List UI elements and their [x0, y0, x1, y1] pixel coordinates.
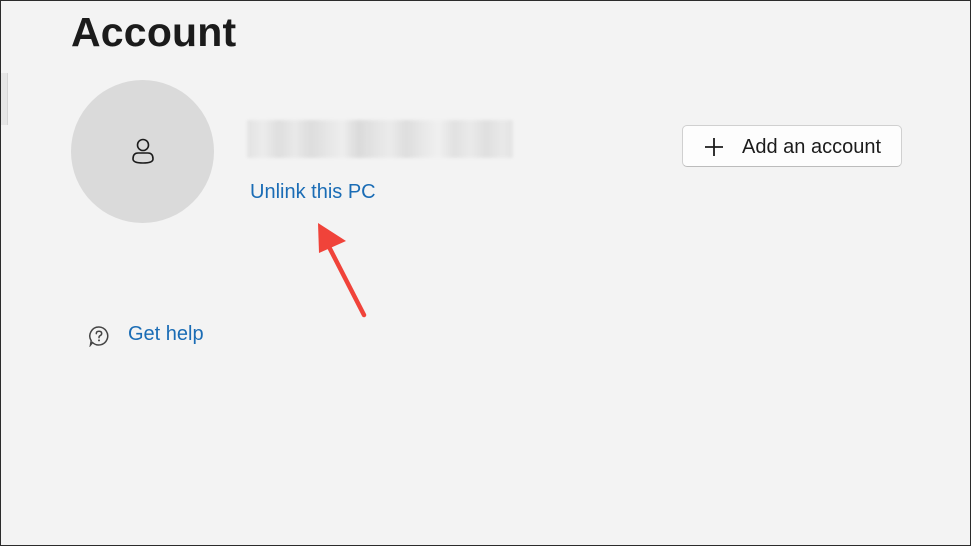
nav-pane-edge: [1, 73, 8, 125]
account-email-redacted: [247, 120, 513, 158]
get-help-link[interactable]: Get help: [128, 323, 204, 346]
add-account-label: Add an account: [742, 136, 881, 158]
settings-window: Account Unlink this PC Add an account Ge…: [0, 0, 971, 546]
unlink-this-pc-link[interactable]: Unlink this PC: [250, 181, 376, 204]
plus-icon: [705, 138, 723, 156]
question-bubble-icon: [89, 326, 109, 347]
add-account-button[interactable]: Add an account: [682, 125, 902, 167]
avatar: [71, 80, 214, 223]
person-icon: [132, 138, 154, 164]
page-title: Account: [71, 9, 237, 55]
annotation-arrow-icon: [318, 223, 367, 318]
